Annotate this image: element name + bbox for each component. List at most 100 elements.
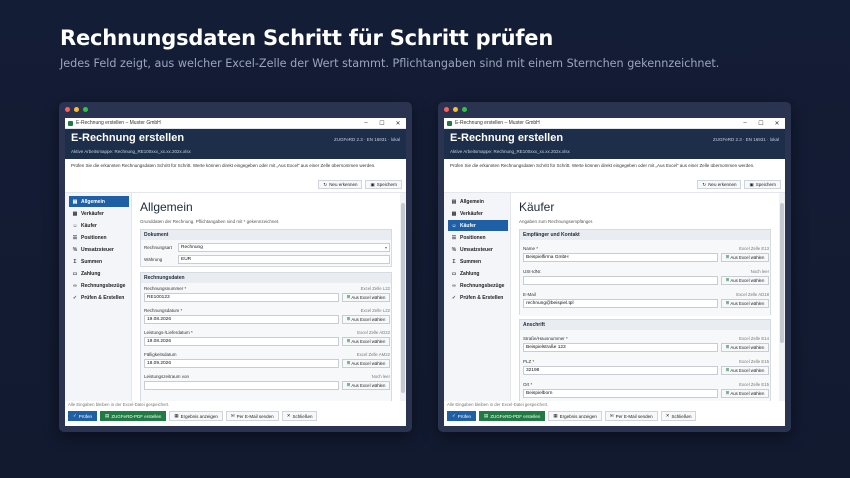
save-button[interactable]: ▣ Speichern [365,180,402,189]
active-workbook: Aktive Arbeitsmappe: Rechnung_RE100xxx_x… [71,149,191,154]
sidebar: ▤ Allgemein ▦ Verkäufer ☺ Käufer ☰ Positione… [65,193,132,401]
from-excel-button[interactable]: ⊞ Aus Excel wählen [342,336,390,346]
from-excel-button[interactable]: ⊞ Aus Excel wählen [721,365,769,375]
ort-input[interactable]: Beispielborn [523,388,718,398]
percent-icon: % [451,246,457,253]
send-mail-button[interactable]: ✉ Per E-Mail senden [604,411,658,421]
field-label: Straße/Hausnummer * [523,335,568,341]
rechnungsdatum-input[interactable]: 19.08.2026 [144,314,339,324]
from-excel-button[interactable]: ⊞ Aus Excel wählen [721,342,769,352]
maximize-icon[interactable]: ☐ [753,120,769,127]
field-label: Rechnungsart [144,244,173,250]
sidebar-item-summen[interactable]: Σ Summen [69,256,129,267]
sidebar-item-allgemein[interactable]: ▤ Allgemein [69,196,129,207]
show-result-button[interactable]: ▦ Ergebnis anzeigen [169,411,223,421]
app-header: E-Rechnung erstellen Aktive Arbeitsmappe… [65,129,406,159]
active-workbook: Aktive Arbeitsmappe: Rechnung_RE100xxx_x… [450,149,570,154]
from-excel-button[interactable]: ⊞ Aus Excel wählen [721,298,769,308]
toolbar: ↻ Neu erkennen ▣ Speichern [697,180,781,189]
minimize-icon[interactable]: – [737,120,753,126]
sidebar-item-zahlung[interactable]: ▭ Zahlung [448,268,508,279]
sidebar-item-kaeufer[interactable]: ☺ Käufer [69,220,129,231]
waehrung-input[interactable]: EUR [178,254,390,264]
name-input[interactable]: Beispielfirma GmbH [523,252,718,262]
sidebar-item-kaeufer[interactable]: ☺ Käufer [448,220,508,231]
sidebar-item-positionen[interactable]: ☰ Positionen [69,232,129,243]
sidebar-item-rechnungsbezuege[interactable]: ∞ Rechnungsbezüge [448,280,508,291]
close-button[interactable]: ✕ Schließen [660,411,697,421]
minimize-dot [74,107,79,112]
app-window: E-Rechnung erstellen – Muster GmbH – ☐ ✕… [444,118,785,426]
sidebar-item-allgemein[interactable]: ▤ Allgemein [448,196,508,207]
group-empfaenger: Empfänger und Kontakt Name * Excel Zelle … [519,229,771,316]
sidebar-item-umsatzsteuer[interactable]: % Umsatzsteuer [69,244,129,255]
button-label: Aus Excel wählen [351,294,386,300]
minimize-icon[interactable]: – [358,120,374,126]
field-source: Excel Zelle E15 [739,381,769,387]
from-excel-button[interactable]: ⊞ Aus Excel wählen [721,388,769,398]
field-name: Name * Excel Zelle E13 Beispielfirma GmbH… [523,244,769,262]
page-description: Angaben zum Rechnungsempfänger. [519,219,594,224]
rechnungsart-select[interactable]: Rechnung ▾ [178,242,390,252]
from-excel-button[interactable]: ⊞ Aus Excel wählen [342,314,390,324]
email-input[interactable]: rechnung@beispiel.tpl [523,298,718,308]
scrollbar[interactable] [400,193,406,401]
group-body: Rechnungsart Rechnung ▾ Währung EUR [141,240,391,266]
field-label: E-Mail [523,291,536,297]
sidebar-item-umsatzsteuer[interactable]: % Umsatzsteuer [448,244,508,255]
from-excel-button[interactable]: ⊞ Aus Excel wählen [342,380,390,390]
check-icon: ✓ [72,294,78,301]
from-excel-button[interactable]: ⊞ Aus Excel wählen [721,252,769,262]
sidebar-item-positionen[interactable]: ☰ Positionen [448,232,508,243]
scrollbar-thumb[interactable] [780,203,784,343]
scrollbar[interactable] [779,193,785,401]
sidebar-item-zahlung[interactable]: ▭ Zahlung [69,268,129,279]
sidebar-item-verkaeufer[interactable]: ▦ Verkäufer [448,208,508,219]
faelligkeitsdatum-input[interactable]: 18.09.2026 [144,358,339,368]
scrollbar-thumb[interactable] [401,203,405,393]
refresh-icon: ↻ [323,181,328,187]
sidebar-item-verkaeufer[interactable]: ▦ Verkäufer [69,208,129,219]
close-icon[interactable]: ✕ [769,120,785,127]
sidebar-item-rechnungsbezuege[interactable]: ∞ Rechnungsbezüge [69,280,129,291]
leistungszeitraum-input[interactable] [144,380,339,390]
field-label: Leistungszeitraum von [144,373,190,379]
save-button[interactable]: ▣ Speichern [744,180,781,189]
plz-input[interactable]: 32198 [523,365,718,375]
close-button[interactable]: ✕ Schließen [281,411,318,421]
recognize-button[interactable]: ↻ Neu erkennen [318,180,363,189]
check-button[interactable]: ✓ Prüfen [68,411,98,421]
from-excel-button[interactable]: ⊞ Aus Excel wählen [342,358,390,368]
field-label: Rechnungsdatum * [144,307,183,313]
field-label: Leistungs-/Lieferdatum * [144,329,193,335]
field-source: Noch leer [371,373,390,379]
pdf-icon: ▤ [105,413,110,418]
save-icon: ▣ [749,181,754,187]
sidebar-item-summen[interactable]: Σ Summen [448,256,508,267]
field-plz: PLZ * Excel Zelle E15 32198 ⊞ Aus Excel wäh… [523,357,769,375]
recognize-button[interactable]: ↻ Neu erkennen [697,180,742,189]
percent-icon: % [72,246,78,253]
excel-icon: ⊞ [725,367,730,372]
from-excel-button[interactable]: ⊞ Aus Excel wählen [721,275,769,285]
strasse-input[interactable]: Beispielstraße 123 [523,342,718,352]
send-mail-button[interactable]: ✉ Per E-Mail senden [225,411,279,421]
field-label: USt-IdNr. [523,268,542,274]
show-result-button[interactable]: ▦ Ergebnis anzeigen [548,411,602,421]
subline: Jedes Feld zeigt, aus welcher Excel-Zell… [60,57,720,70]
check-button[interactable]: ✓ Prüfen [447,411,477,421]
button-label: Aus Excel wählen [351,382,386,388]
ustid-input[interactable] [523,275,718,285]
list-icon: ☰ [451,234,457,241]
create-pdf-button[interactable]: ▤ ZUGFeRD-PDF erstellen [100,411,167,421]
leistungsdatum-input[interactable]: 19.08.2026 [144,336,339,346]
sidebar-item-pruefen[interactable]: ✓ Prüfen & Erstellen [448,292,508,303]
maximize-icon[interactable]: ☐ [374,120,390,127]
field-faelligkeitsdatum: Fälligkeitsdatum Excel Zelle AM22 18.09.2… [144,350,390,368]
excel-icon: ⊞ [346,338,351,343]
sidebar-item-pruefen[interactable]: ✓ Prüfen & Erstellen [69,292,129,303]
rechnungsnummer-input[interactable]: RE100123 [144,292,339,302]
close-icon[interactable]: ✕ [390,120,406,127]
from-excel-button[interactable]: ⊞ Aus Excel wählen [342,292,390,302]
create-pdf-button[interactable]: ▤ ZUGFeRD-PDF erstellen [479,411,546,421]
